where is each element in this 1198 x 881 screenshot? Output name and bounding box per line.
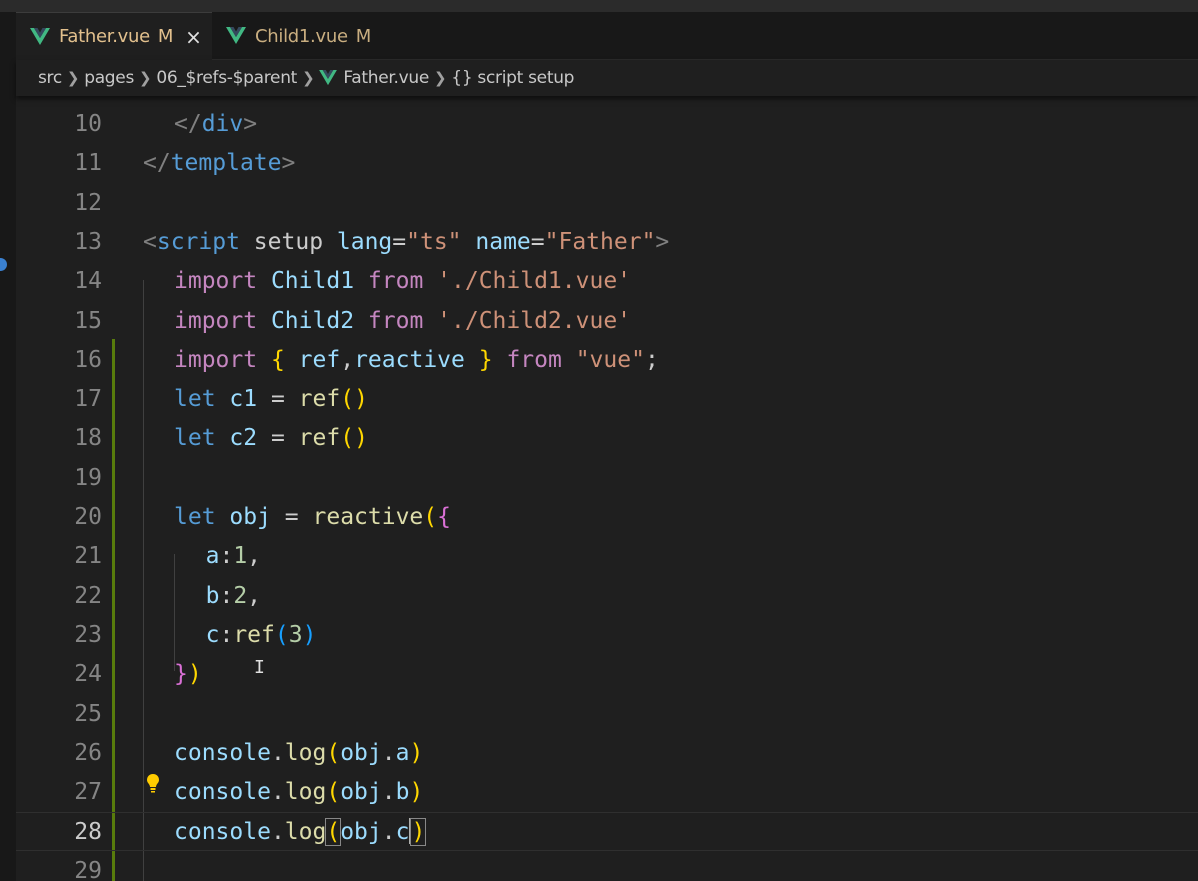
code-text: }) <box>174 661 202 688</box>
code-text: let c1 = ref() <box>174 386 368 413</box>
code-editor[interactable]: I 10 </div> 11 </template> 12 13 <script setup… <box>16 96 1198 881</box>
line-number: 22 <box>74 582 102 609</box>
line-number: 23 <box>74 621 102 648</box>
breadcrumb: src ❯ pages ❯ 06_$refs-$parent ❯ Father.… <box>16 60 1198 96</box>
code-line[interactable]: 22 b:2, <box>16 577 1198 616</box>
line-number: 16 <box>74 346 102 373</box>
breadcrumb-item-folder[interactable]: 06_$refs-$parent <box>156 68 297 88</box>
code-line[interactable]: 20 let obj = reactive({ <box>16 498 1198 537</box>
chevron-right-icon: ❯ <box>139 69 152 87</box>
code-text: import Child2 from './Child2.vue' <box>174 307 632 334</box>
vue-file-icon <box>226 27 246 44</box>
code-line[interactable]: 13 <script setup lang="ts" name="Father"> <box>16 223 1198 262</box>
close-icon[interactable]: × <box>185 25 202 49</box>
code-text: import { ref,reactive } from "vue"; <box>174 346 659 373</box>
breadcrumb-item-pages[interactable]: pages <box>84 68 134 88</box>
code-text: console.log(obj.a) <box>174 739 424 766</box>
tab-child1-vue[interactable]: Child1.vue M <box>212 12 402 60</box>
activity-bar-edge <box>0 12 16 881</box>
code-line[interactable]: 29 <box>16 852 1198 881</box>
code-line[interactable]: 14 import Child1 from './Child1.vue' <box>16 262 1198 301</box>
line-number: 27 <box>74 779 102 806</box>
code-text: import Child1 from './Child1.vue' <box>174 268 632 295</box>
line-number: 18 <box>74 425 102 452</box>
code-text: let c2 = ref() <box>174 425 368 452</box>
modified-badge: M <box>355 25 372 47</box>
line-number: 28 <box>74 819 102 846</box>
line-number: 10 <box>74 111 102 137</box>
code-line[interactable]: 17 let c1 = ref() <box>16 380 1198 419</box>
code-line[interactable]: 28 console.log(obj.c) <box>16 812 1198 852</box>
code-text: c:ref(3) <box>205 621 317 648</box>
line-number: 11 <box>74 150 102 177</box>
code-line[interactable]: 24}) <box>16 655 1198 694</box>
code-line[interactable]: 23 c:ref(3) <box>16 616 1198 655</box>
tab-father-vue[interactable]: Father.vue M × <box>16 12 212 60</box>
tab-label: Child1.vue <box>255 25 348 47</box>
code-line[interactable]: 25 <box>16 695 1198 734</box>
code-text: <script setup lang="ts" name="Father"> <box>143 228 670 255</box>
code-line[interactable]: 12 <box>16 184 1198 223</box>
breadcrumb-item-file[interactable]: Father.vue <box>343 68 429 88</box>
code-text: a:1, <box>205 543 262 570</box>
line-number: 14 <box>74 268 102 295</box>
chevron-right-icon: ❯ <box>434 69 447 87</box>
line-number: 21 <box>74 543 102 570</box>
code-line[interactable]: 10 </div> <box>16 105 1198 144</box>
chevron-right-icon: ❯ <box>302 69 315 87</box>
editor-tab-bar: Father.vue M × Child1.vue M <box>16 12 1198 60</box>
code-text: let obj = reactive({ <box>174 504 451 530</box>
line-number: 15 <box>74 307 102 334</box>
line-number: 20 <box>74 504 102 530</box>
code-line[interactable]: 21 a:1, <box>16 537 1198 576</box>
code-line[interactable]: 18 let c2 = ref() <box>16 419 1198 458</box>
tab-label: Father.vue <box>59 26 150 47</box>
code-text: console.log(obj.c) <box>174 818 427 847</box>
modified-badge: M <box>157 26 174 47</box>
code-line[interactable]: 15 import Child2 from './Child2.vue' <box>16 302 1198 341</box>
vue-file-icon <box>30 27 50 45</box>
line-number: 12 <box>74 189 102 216</box>
title-bar-strip <box>0 0 1198 12</box>
vue-file-icon <box>319 70 338 86</box>
line-number: 19 <box>74 464 102 491</box>
code-text: </template> <box>143 150 296 177</box>
code-line[interactable]: 19 <box>16 459 1198 498</box>
code-line[interactable]: 16 import { ref,reactive } from "vue"; <box>16 341 1198 380</box>
code-line[interactable]: 27 console.log(obj.b) <box>16 773 1198 812</box>
chevron-right-icon: ❯ <box>66 69 80 87</box>
code-line[interactable]: 11 </template> <box>16 144 1198 183</box>
line-number: 13 <box>74 228 102 255</box>
line-number: 26 <box>74 739 102 766</box>
line-number: 29 <box>74 857 102 881</box>
breadcrumb-item-src[interactable]: src <box>38 68 62 88</box>
code-text: b:2, <box>205 582 262 609</box>
line-number: 17 <box>74 386 102 413</box>
code-text: </div> <box>174 111 258 137</box>
line-number: 25 <box>74 700 102 727</box>
breadcrumb-item-symbol[interactable]: {} script setup <box>451 68 574 88</box>
code-line[interactable]: 26 console.log(obj.a) <box>16 734 1198 773</box>
line-number: 24 <box>74 661 102 688</box>
code-text: console.log(obj.b) <box>174 779 424 806</box>
